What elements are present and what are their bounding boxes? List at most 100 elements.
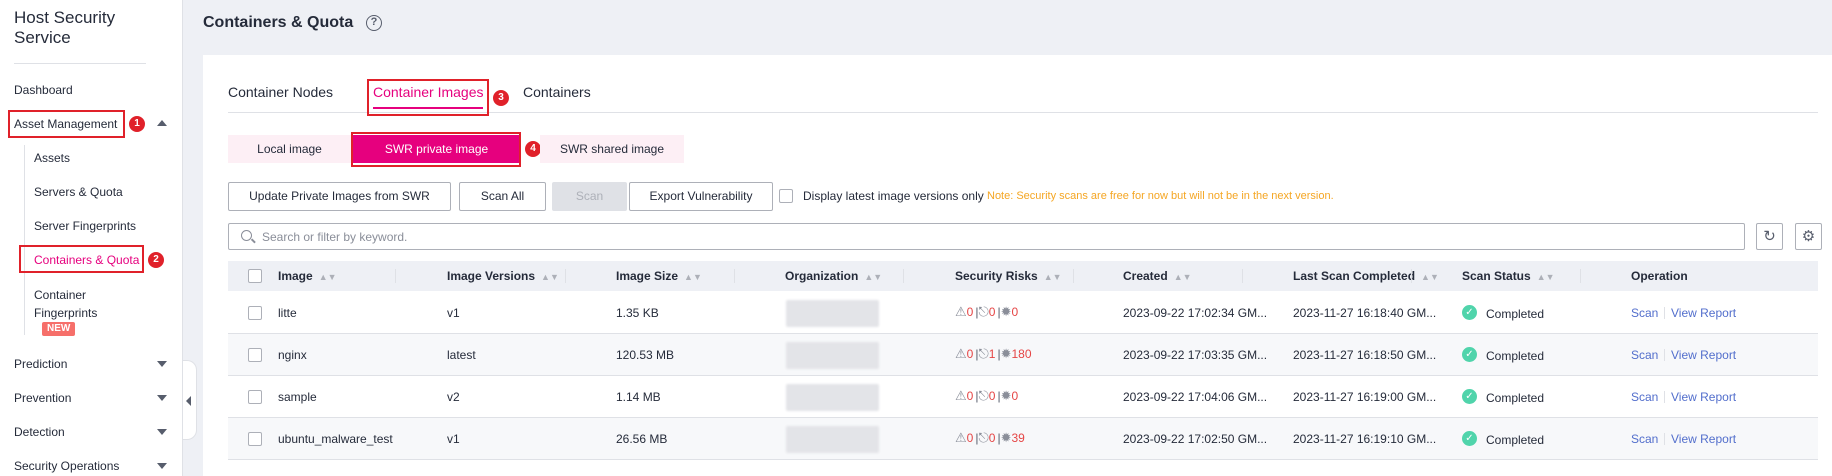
update-private-images-button[interactable]: Update Private Images from SWR xyxy=(228,182,451,211)
sort-icon[interactable]: ▲▼ xyxy=(1537,272,1555,282)
last-scan-time: 2023-11-27 16:18:40 GM... xyxy=(1293,306,1437,320)
view-report-link[interactable]: View Report xyxy=(1671,348,1736,362)
created-time: 2023-09-22 17:02:50 GM... xyxy=(1123,432,1268,446)
sidebar-item-prevention[interactable]: Prevention xyxy=(14,391,71,405)
chevron-down-icon[interactable] xyxy=(157,361,167,367)
sidebar: Host Security Service Dashboard Asset Ma… xyxy=(0,0,183,476)
refresh-button[interactable]: ↻ xyxy=(1756,223,1783,250)
sort-icon[interactable]: ▲▼ xyxy=(319,272,337,282)
sort-icon[interactable]: ▲▼ xyxy=(684,272,702,282)
segment-local-image[interactable]: Local image xyxy=(228,135,351,163)
high-risk-icon: ⚠ xyxy=(955,388,967,403)
sort-icon[interactable]: ▲▼ xyxy=(1421,272,1439,282)
image-version: v2 xyxy=(447,390,460,404)
sidebar-item-prediction[interactable]: Prediction xyxy=(14,357,67,371)
bug-icon: ✹ xyxy=(1000,430,1012,445)
col-image-size[interactable]: Image Size ▲▼ xyxy=(616,269,702,283)
scan-link[interactable]: Scan xyxy=(1631,348,1658,362)
image-size: 1.14 MB xyxy=(616,390,661,404)
callout-3: 3 xyxy=(493,90,509,106)
table-row: nginx latest 120.53 MB ⚠0 |⎋1 |✹180 2023-0… xyxy=(228,334,1818,376)
view-report-link[interactable]: View Report xyxy=(1671,432,1736,446)
organization-redacted xyxy=(786,300,879,327)
security-risks: ⚠0 |⎋1 |✹180 xyxy=(955,346,1032,361)
row-checkbox[interactable] xyxy=(248,306,262,320)
view-report-link[interactable]: View Report xyxy=(1671,390,1736,404)
sidebar-item-container-fingerprints[interactable]: Container Fingerprints xyxy=(34,286,144,322)
sort-icon[interactable]: ▲▼ xyxy=(864,272,882,282)
table-row: ubuntu_malware_test v1 26.56 MB ⚠0 |⎋0 |✹3… xyxy=(228,418,1818,460)
scan-status: Completed xyxy=(1486,391,1545,405)
callout-1: 1 xyxy=(129,116,145,132)
select-all-checkbox[interactable] xyxy=(248,269,262,283)
chevron-down-icon[interactable] xyxy=(157,395,167,401)
last-scan-time: 2023-11-27 16:19:10 GM... xyxy=(1293,432,1437,446)
row-checkbox[interactable] xyxy=(248,348,262,362)
col-operation: Operation xyxy=(1631,269,1688,283)
sort-icon[interactable]: ▲▼ xyxy=(1044,272,1062,282)
sort-icon[interactable]: ▲▼ xyxy=(1174,272,1192,282)
chevron-down-icon[interactable] xyxy=(157,463,167,469)
scan-status: Completed xyxy=(1486,433,1545,447)
submenu-line xyxy=(24,145,25,335)
sidebar-item-dashboard[interactable]: Dashboard xyxy=(14,83,73,97)
row-checkbox[interactable] xyxy=(248,432,262,446)
search-input[interactable]: Search or filter by keyword. xyxy=(228,223,1745,250)
col-created[interactable]: Created ▲▼ xyxy=(1123,269,1192,283)
export-vulnerability-button[interactable]: Export Vulnerability xyxy=(629,182,773,211)
link-separator xyxy=(1664,349,1665,361)
col-scan-status[interactable]: Scan Status ▲▼ xyxy=(1462,269,1555,283)
check-circle-icon: ✓ xyxy=(1462,389,1477,404)
warning-bell-icon: ⎋ xyxy=(978,430,989,445)
tab-containers[interactable]: Containers xyxy=(523,84,591,100)
scan-link[interactable]: Scan xyxy=(1631,390,1658,404)
chevron-down-icon[interactable] xyxy=(157,429,167,435)
view-report-link[interactable]: View Report xyxy=(1671,306,1736,320)
created-time: 2023-09-22 17:04:06 GM... xyxy=(1123,390,1268,404)
scan-all-button[interactable]: Scan All xyxy=(459,182,546,211)
col-last-scan-completed[interactable]: Last Scan Completed ▲▼ xyxy=(1293,269,1439,283)
row-checkbox[interactable] xyxy=(248,390,262,404)
search-icon xyxy=(241,230,252,241)
organization-redacted xyxy=(786,342,879,369)
settings-button[interactable]: ⚙ xyxy=(1795,223,1822,250)
created-time: 2023-09-22 17:03:35 GM... xyxy=(1123,348,1268,362)
last-scan-time: 2023-11-27 16:18:50 GM... xyxy=(1293,348,1437,362)
col-organization[interactable]: Organization ▲▼ xyxy=(785,269,882,283)
scan-status: Completed xyxy=(1486,349,1545,363)
latest-versions-checkbox[interactable] xyxy=(779,189,793,203)
sidebar-collapse-button[interactable] xyxy=(183,360,197,440)
check-circle-icon: ✓ xyxy=(1462,431,1477,446)
scan-link[interactable]: Scan xyxy=(1631,432,1658,446)
table-header: Image ▲▼ Image Versions ▲▼ Image Size ▲▼ Or… xyxy=(228,261,1818,291)
column-separator xyxy=(565,269,566,283)
image-version: v1 xyxy=(447,432,460,446)
high-risk-icon: ⚠ xyxy=(955,430,967,445)
col-image-versions[interactable]: Image Versions ▲▼ xyxy=(447,269,559,283)
sort-icon[interactable]: ▲▼ xyxy=(541,272,559,282)
image-version: v1 xyxy=(447,306,460,320)
sidebar-item-security-operations[interactable]: Security Operations xyxy=(14,459,119,473)
sidebar-item-assets[interactable]: Assets xyxy=(34,151,70,165)
chevron-up-icon[interactable] xyxy=(157,120,167,126)
scan-button[interactable]: Scan xyxy=(552,182,627,211)
help-icon[interactable]: ? xyxy=(366,15,382,31)
sidebar-item-servers-quota[interactable]: Servers & Quota xyxy=(34,185,123,199)
organization-redacted xyxy=(786,384,879,411)
column-separator xyxy=(395,269,396,283)
security-scan-note: Note: Security scans are free for now bu… xyxy=(987,190,1334,202)
scan-link[interactable]: Scan xyxy=(1631,306,1658,320)
column-separator xyxy=(734,269,735,283)
security-risks: ⚠0 |⎋0 |✹0 xyxy=(955,388,1019,403)
col-security-risks[interactable]: Security Risks ▲▼ xyxy=(955,269,1062,283)
security-risks: ⚠0 |⎋0 |✹39 xyxy=(955,430,1025,445)
callout-2: 2 xyxy=(148,252,164,268)
segment-swr-shared-image[interactable]: SWR shared image xyxy=(540,135,684,163)
callout-box-container-images xyxy=(367,79,489,116)
sidebar-item-detection[interactable]: Detection xyxy=(14,425,65,439)
image-size: 26.56 MB xyxy=(616,432,668,446)
warning-bell-icon: ⎋ xyxy=(978,388,989,403)
sidebar-item-server-fingerprints[interactable]: Server Fingerprints xyxy=(34,219,136,233)
tab-container-nodes[interactable]: Container Nodes xyxy=(228,84,333,100)
col-image[interactable]: Image ▲▼ xyxy=(278,269,337,283)
